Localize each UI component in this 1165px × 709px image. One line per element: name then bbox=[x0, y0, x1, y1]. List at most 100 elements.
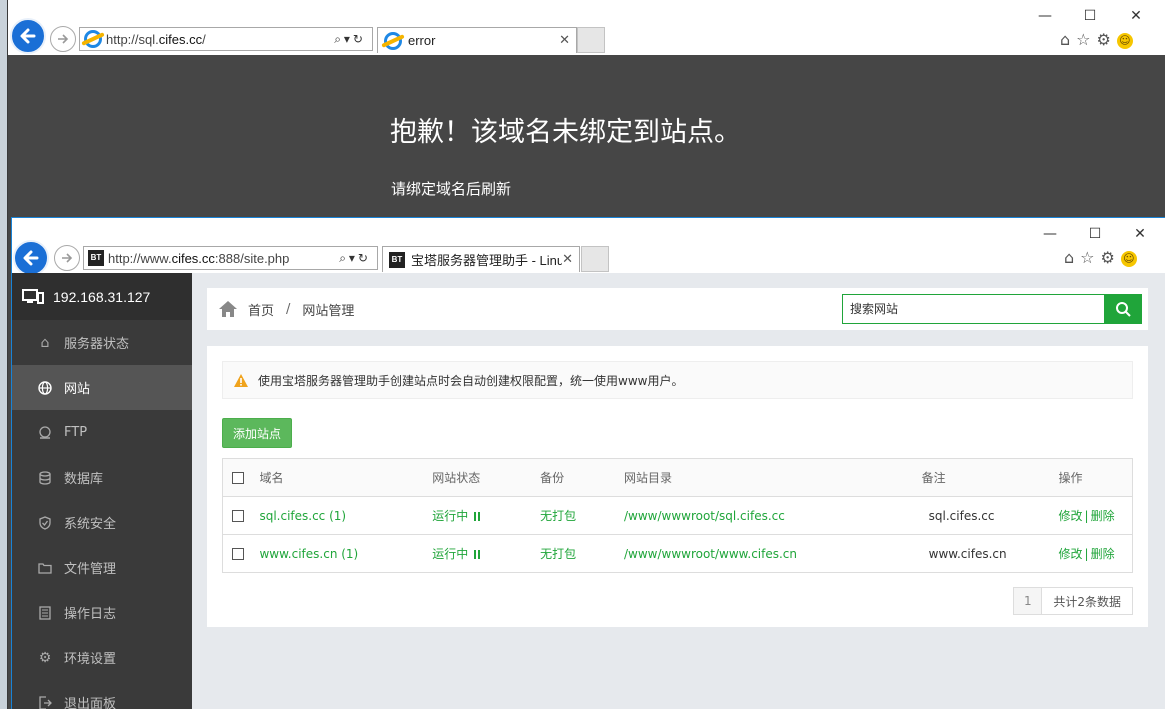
sidebar-item-server-status[interactable]: ⌂ 服务器状态 bbox=[12, 320, 192, 365]
database-icon bbox=[37, 470, 53, 486]
breadcrumb-home[interactable]: 首页 bbox=[248, 300, 274, 319]
main-content: 首页 / 网站管理 使用宝塔服务器管理助手创建站点时会自动创建权限配置，统一使用… bbox=[192, 273, 1165, 709]
edit-link[interactable]: 修改 bbox=[1059, 547, 1083, 561]
delete-link[interactable]: 删除 bbox=[1091, 547, 1115, 561]
close-button[interactable]: ✕ bbox=[1113, 6, 1159, 26]
address-url[interactable]: http://www.cifes.cc:888/site.php bbox=[108, 251, 339, 266]
home-icon: ⌂ bbox=[40, 334, 50, 351]
log-icon bbox=[37, 605, 53, 621]
add-site-button[interactable]: 添加站点 bbox=[222, 418, 292, 448]
monitor-icon bbox=[22, 288, 44, 304]
star-icon[interactable]: ☆ bbox=[1080, 248, 1100, 267]
column-header: 域名 bbox=[259, 458, 433, 497]
home-icon[interactable]: ⌂ bbox=[1064, 248, 1080, 267]
tab-title: error bbox=[408, 33, 436, 48]
site-domain-link[interactable]: sql.cifes.cc (1) bbox=[259, 496, 433, 535]
table-row: www.cifes.cn (1) 运行中 无打包 /www/wwwroot/ww… bbox=[222, 534, 1133, 573]
site-status[interactable]: 运行中 bbox=[432, 496, 541, 535]
row-actions: 修改 | 删除 bbox=[1058, 496, 1133, 535]
sidebar-item-ftp[interactable]: FTP bbox=[12, 410, 192, 455]
action-separator: | bbox=[1084, 547, 1089, 561]
search-input[interactable] bbox=[842, 294, 1104, 324]
site-dir-link[interactable]: /www/wwwroot/www.cifes.cn bbox=[623, 534, 922, 573]
address-bar[interactable]: BT http://www.cifes.cc:888/site.php ⌕▾↻ bbox=[83, 246, 378, 270]
row-checkbox[interactable] bbox=[232, 548, 244, 560]
search-box bbox=[842, 294, 1142, 324]
smiley-icon[interactable]: ☺ bbox=[1116, 32, 1133, 49]
sidebar-item-files[interactable]: 文件管理 bbox=[12, 545, 192, 590]
sidebar-item-settings[interactable]: ⚙ 环境设置 bbox=[12, 635, 192, 680]
breadcrumb: 首页 / 网站管理 bbox=[207, 300, 354, 319]
bt-logo-icon: BT bbox=[88, 250, 104, 266]
search-refresh-icons[interactable]: ⌕▾↻ bbox=[334, 32, 366, 47]
folder-icon bbox=[37, 560, 53, 576]
bt-logo-icon: BT bbox=[389, 251, 405, 268]
breadcrumb-current: 网站管理 bbox=[302, 303, 355, 319]
star-icon[interactable]: ☆ bbox=[1076, 30, 1096, 49]
backup-link[interactable]: 无打包 bbox=[540, 534, 624, 573]
back-nav-button[interactable] bbox=[10, 18, 46, 54]
ftp-icon bbox=[37, 425, 53, 441]
search-icon bbox=[1116, 302, 1131, 317]
tab-bt-panel[interactable]: BT 宝塔服务器管理助手 - Linu... ✕ bbox=[382, 246, 580, 272]
sidebar-item-label: 操作日志 bbox=[64, 607, 117, 622]
bt-panel: 192.168.31.127 ⌂ 服务器状态 网站 FTP 数据库 系统安全 文… bbox=[12, 273, 1165, 709]
sidebar-item-label: 环境设置 bbox=[64, 652, 117, 667]
breadcrumb-separator: / bbox=[286, 301, 291, 317]
address-url[interactable]: http://sql.cifes.cc/ bbox=[106, 32, 334, 47]
forward-nav-button[interactable] bbox=[54, 245, 80, 271]
site-note[interactable]: www.cifes.cn bbox=[921, 534, 1059, 573]
site-domain-link[interactable]: www.cifes.cn (1) bbox=[259, 534, 433, 573]
smiley-icon[interactable]: ☺ bbox=[1120, 250, 1137, 267]
close-icon[interactable]: ✕ bbox=[562, 252, 573, 267]
info-alert: 使用宝塔服务器管理助手创建站点时会自动创建权限配置，统一使用www用户。 bbox=[222, 361, 1133, 399]
backup-link[interactable]: 无打包 bbox=[540, 496, 624, 535]
row-actions: 修改 | 删除 bbox=[1058, 534, 1133, 573]
toolbar-icons: ⌂☆⚙ ☺ bbox=[1060, 30, 1133, 49]
home-icon[interactable]: ⌂ bbox=[1060, 30, 1076, 49]
site-table: 域名 网站状态 备份 网站目录 备注 操作 sql.cifes.cc (1) 运… bbox=[222, 458, 1133, 573]
maximize-button[interactable]: ☐ bbox=[1072, 224, 1118, 244]
edit-link[interactable]: 修改 bbox=[1059, 509, 1083, 523]
site-list-card: 使用宝塔服务器管理助手创建站点时会自动创建权限配置，统一使用www用户。 添加站… bbox=[207, 346, 1148, 627]
maximize-button[interactable]: ☐ bbox=[1067, 6, 1113, 26]
back-nav-button[interactable] bbox=[13, 240, 49, 276]
sidebar-item-security[interactable]: 系统安全 bbox=[12, 500, 192, 545]
sidebar-item-logout[interactable]: 退出面板 bbox=[12, 680, 192, 709]
new-tab-button[interactable] bbox=[581, 246, 609, 272]
gear-icon: ⚙ bbox=[38, 649, 52, 666]
sidebar-item-logs[interactable]: 操作日志 bbox=[12, 590, 192, 635]
back-browser-toolbar: http://sql.cifes.cc/ ⌕▾↻ error ✕ — ☐ ✕ ⌂… bbox=[8, 0, 1165, 55]
site-status[interactable]: 运行中 bbox=[432, 534, 541, 573]
arrow-right-icon bbox=[62, 253, 73, 263]
site-note[interactable]: sql.cifes.cc bbox=[921, 496, 1059, 535]
ie-logo-icon bbox=[84, 30, 102, 48]
home-icon[interactable] bbox=[218, 300, 238, 318]
new-tab-button[interactable] bbox=[577, 27, 605, 53]
error-subtitle: 请绑定域名后刷新 bbox=[391, 180, 512, 198]
search-refresh-icons[interactable]: ⌕▾↻ bbox=[339, 251, 371, 266]
sidebar: 192.168.31.127 ⌂ 服务器状态 网站 FTP 数据库 系统安全 文… bbox=[12, 273, 192, 709]
sidebar-item-website[interactable]: 网站 bbox=[12, 365, 192, 410]
page-number[interactable]: 1 bbox=[1014, 588, 1043, 614]
gear-icon[interactable]: ⚙ bbox=[1101, 248, 1121, 267]
sidebar-item-label: 网站 bbox=[64, 382, 91, 397]
site-dir-link[interactable]: /www/wwwroot/sql.cifes.cc bbox=[623, 496, 922, 535]
close-icon[interactable]: ✕ bbox=[559, 33, 570, 48]
select-all-checkbox[interactable] bbox=[232, 472, 244, 484]
column-header: 备注 bbox=[921, 458, 1059, 497]
pagination: 1 共计2条数据 bbox=[1013, 587, 1133, 615]
address-bar[interactable]: http://sql.cifes.cc/ ⌕▾↻ bbox=[79, 27, 373, 51]
delete-link[interactable]: 删除 bbox=[1091, 509, 1115, 523]
tab-error[interactable]: error ✕ bbox=[377, 27, 577, 53]
forward-nav-button[interactable] bbox=[50, 26, 76, 52]
search-button[interactable] bbox=[1104, 294, 1142, 324]
close-button[interactable]: ✕ bbox=[1117, 224, 1163, 244]
minimize-button[interactable]: — bbox=[1027, 224, 1073, 244]
column-header: 网站状态 bbox=[432, 458, 541, 497]
gear-icon[interactable]: ⚙ bbox=[1097, 30, 1117, 49]
minimize-button[interactable]: — bbox=[1022, 6, 1068, 26]
sidebar-item-label: 文件管理 bbox=[64, 562, 117, 577]
row-checkbox[interactable] bbox=[232, 510, 244, 522]
sidebar-item-database[interactable]: 数据库 bbox=[12, 455, 192, 500]
